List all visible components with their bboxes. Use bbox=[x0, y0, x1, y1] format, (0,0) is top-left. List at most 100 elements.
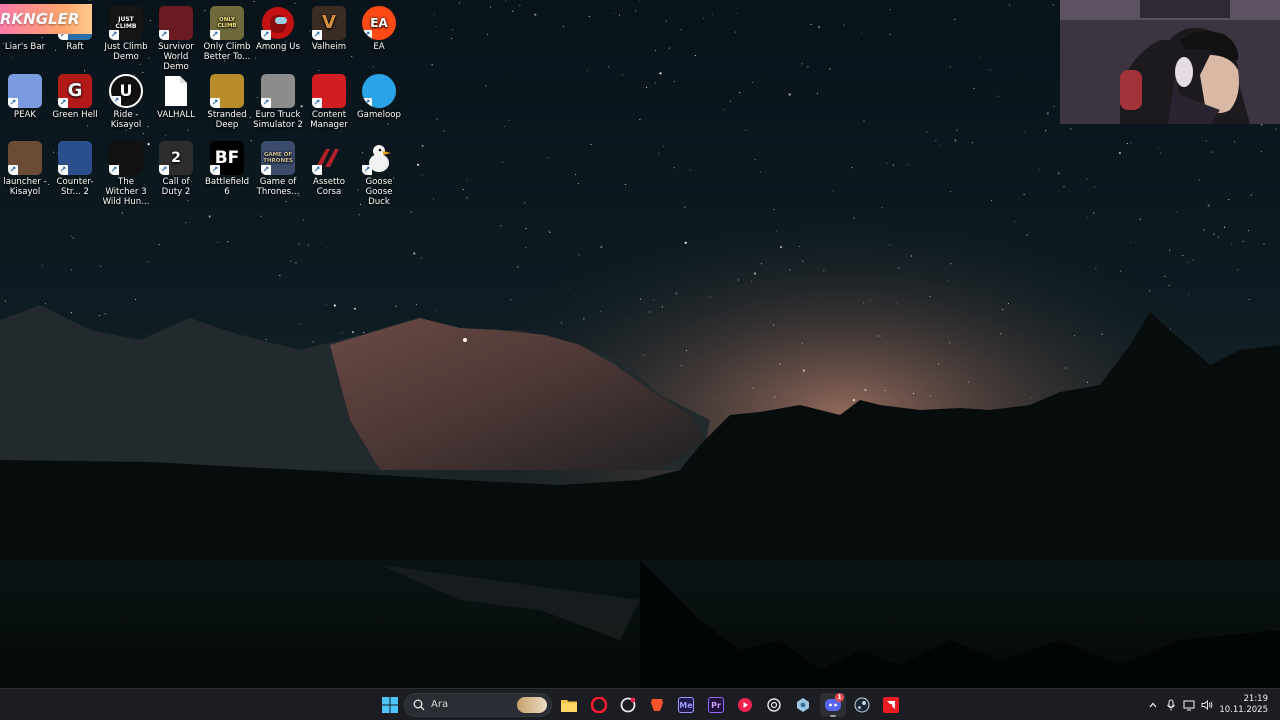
star bbox=[562, 25, 564, 28]
network-icon[interactable] bbox=[1180, 695, 1198, 715]
star bbox=[851, 167, 853, 169]
star bbox=[807, 66, 809, 68]
shortcut-arrow-icon: ↗ bbox=[109, 30, 119, 40]
star bbox=[1248, 298, 1250, 301]
desktop-icon[interactable]: ↗ Counter-Str... 2 bbox=[50, 139, 100, 197]
star bbox=[1234, 141, 1236, 143]
desktop-icon[interactable]: VALHALL bbox=[151, 72, 201, 120]
star bbox=[487, 33, 489, 35]
clock-time: 21:19 bbox=[1243, 694, 1269, 704]
desktop-icon[interactable]: ↗ The Witcher 3 Wild Hun... bbox=[101, 139, 151, 207]
desktop-icon[interactable]: ↗ PEAK bbox=[0, 72, 50, 120]
star bbox=[1000, 333, 1002, 335]
desktop-icon-label: The Witcher 3 Wild Hun... bbox=[102, 177, 150, 207]
star bbox=[1045, 130, 1047, 132]
taskbar-app-button[interactable]: Pr bbox=[703, 693, 729, 717]
green-hell-icon: G ↗ bbox=[58, 74, 92, 108]
star bbox=[1024, 131, 1026, 133]
taskbar-app-button[interactable] bbox=[644, 693, 670, 717]
shortcut-arrow-icon: ↗ bbox=[8, 165, 18, 175]
star bbox=[1026, 234, 1028, 236]
taskbar-app-button[interactable] bbox=[878, 693, 904, 717]
desktop-icon[interactable]: G ↗ Green Hell bbox=[50, 72, 100, 120]
star bbox=[823, 270, 825, 272]
star bbox=[967, 381, 969, 383]
taskbar-app-button[interactable]: 1 bbox=[820, 693, 846, 717]
taskbar-app-button[interactable] bbox=[556, 693, 582, 717]
clock-date: 10.11.2025 bbox=[1219, 705, 1268, 715]
star bbox=[458, 2, 460, 4]
star bbox=[949, 190, 951, 193]
star bbox=[613, 12, 615, 15]
star bbox=[654, 50, 656, 52]
star bbox=[534, 13, 537, 16]
desktop-icon[interactable]: BF ↗ Battlefield 6 bbox=[202, 139, 252, 197]
shortcut-arrow-icon: ↗ bbox=[8, 98, 18, 108]
start-button[interactable] bbox=[377, 693, 403, 717]
desktop-icon[interactable]: ↗ Content Manager bbox=[304, 72, 354, 130]
shortcut-arrow-icon: ↗ bbox=[312, 165, 322, 175]
desktop-icon[interactable]: ↗ Stranded Deep bbox=[202, 72, 252, 130]
star bbox=[735, 31, 737, 33]
taskbar-search-box[interactable]: Ara bbox=[404, 693, 552, 717]
premiere-pro-icon: Pr bbox=[708, 697, 724, 713]
star bbox=[575, 295, 577, 297]
amd-icon bbox=[883, 697, 899, 713]
star bbox=[997, 95, 999, 97]
taskbar-app-button[interactable] bbox=[761, 693, 787, 717]
ea-icon: EA ↗ bbox=[362, 6, 396, 40]
desktop-icon[interactable]: V ↗ Valheim bbox=[304, 4, 354, 52]
star bbox=[1086, 381, 1089, 383]
desktop-icon[interactable]: ↗ Among Us bbox=[253, 4, 303, 52]
microphone-icon[interactable] bbox=[1162, 695, 1180, 715]
star bbox=[505, 0, 507, 2]
star bbox=[158, 243, 160, 246]
star bbox=[44, 303, 47, 305]
star bbox=[892, 164, 894, 166]
star bbox=[1002, 309, 1004, 311]
star bbox=[41, 264, 43, 266]
star bbox=[600, 310, 602, 312]
taskbar: Ara Me Pr 1 21:19 10.11.2025 bbox=[0, 688, 1280, 720]
star bbox=[989, 69, 991, 71]
taskbar-app-button[interactable] bbox=[615, 693, 641, 717]
desktop-icon[interactable]: ↗ Gameloop bbox=[354, 72, 404, 120]
desktop-icon[interactable]: ↗ Assetto Corsa bbox=[304, 139, 354, 197]
taskbar-app-button[interactable] bbox=[849, 693, 875, 717]
volume-icon[interactable] bbox=[1198, 695, 1216, 715]
star bbox=[121, 212, 123, 214]
desktop-icon[interactable]: ↗ Survivor World Demo bbox=[151, 4, 201, 72]
star bbox=[649, 311, 651, 313]
desktop-icon[interactable]: ONLY CLIMB ↗ Only Climb Better To... bbox=[202, 4, 252, 62]
star bbox=[1130, 142, 1132, 144]
star bbox=[1176, 211, 1178, 214]
star bbox=[489, 6, 492, 8]
star bbox=[1275, 128, 1277, 130]
chevron-up-icon[interactable] bbox=[1144, 695, 1162, 715]
desktop-icon[interactable]: ↗ Euro Truck Simulator 2 bbox=[253, 72, 303, 130]
shortcut-arrow-icon: ↗ bbox=[210, 98, 220, 108]
shortcut-arrow-icon: ↗ bbox=[159, 30, 169, 40]
desktop-icon[interactable]: EA ↗ EA bbox=[354, 4, 404, 52]
star bbox=[327, 247, 329, 249]
taskbar-app-button[interactable] bbox=[732, 693, 758, 717]
desktop-icon-label: Goose Goose Duck bbox=[365, 177, 393, 207]
star bbox=[645, 86, 648, 88]
desktop-icon[interactable]: ↗ launcher - Kisayol bbox=[0, 139, 50, 197]
desktop-icon[interactable]: 2 ↗ Call of Duty 2 bbox=[151, 139, 201, 197]
taskbar-app-button[interactable] bbox=[586, 693, 612, 717]
star bbox=[1008, 4, 1010, 6]
desktop-icon[interactable]: JUST CLIMB ↗ Just Climb Demo bbox=[101, 4, 151, 62]
desktop-icon[interactable]: ↗ Goose Goose Duck bbox=[354, 139, 404, 207]
taskbar-app-button[interactable]: Me bbox=[673, 693, 699, 717]
star bbox=[751, 280, 753, 282]
taskbar-app-button[interactable] bbox=[790, 693, 816, 717]
taskbar-clock[interactable]: 21:19 10.11.2025 bbox=[1219, 694, 1268, 716]
star bbox=[818, 25, 821, 29]
desktop-icon[interactable]: U ↗ Ride - Kisayol bbox=[101, 72, 151, 130]
desktop-icon[interactable]: GAME OF THRONES ↗ Game of Thrones... bbox=[253, 139, 303, 197]
star bbox=[1065, 367, 1067, 369]
star bbox=[1057, 172, 1060, 175]
star bbox=[869, 299, 871, 301]
star bbox=[935, 140, 937, 142]
